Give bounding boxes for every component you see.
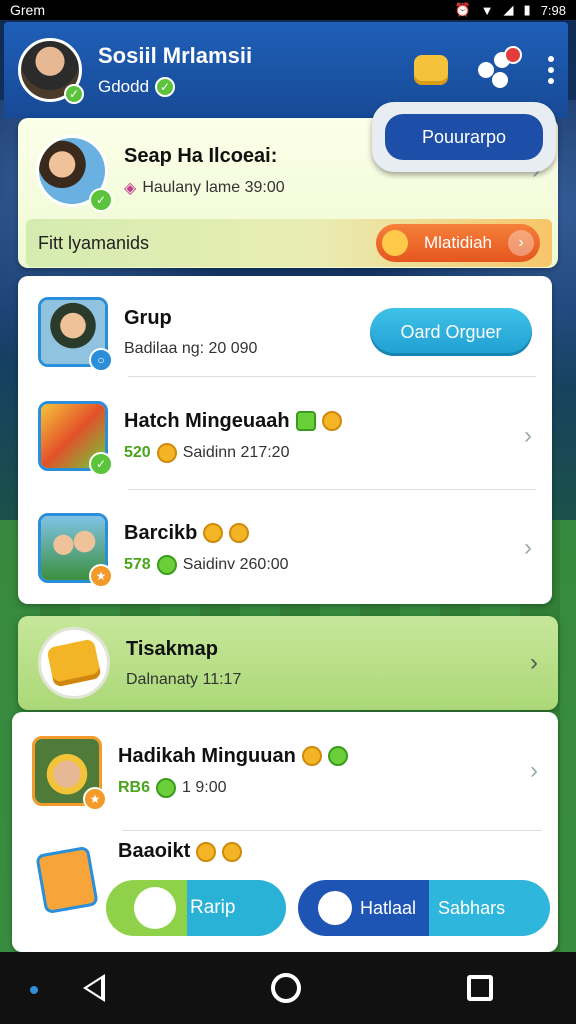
ramp-button[interactable]: Rarip — [106, 880, 286, 936]
add-group-button[interactable]: Oard Orguer — [370, 308, 532, 356]
nav-indicator-dot — [30, 986, 38, 994]
chevron-right-icon: › — [524, 422, 532, 449]
coin-icon — [222, 841, 243, 862]
tag-icon: ◈ — [124, 179, 137, 197]
coin-icon — [321, 411, 342, 431]
coin-icon — [196, 841, 217, 862]
match-button-label: Mlatidiah — [423, 233, 493, 252]
arrow-right-icon: › — [507, 230, 534, 256]
gem-icon — [156, 554, 177, 575]
item-subtitle: 1 9:00 — [182, 778, 227, 796]
star-badge-icon: ★ — [89, 564, 113, 588]
star-badge-icon: ★ — [83, 787, 107, 811]
gem-icon — [156, 777, 177, 798]
section-header-card[interactable]: Tisakmap Dalnanaty 11:17 › — [18, 616, 558, 710]
system-navigation-bar — [0, 952, 576, 1024]
group-photo: ✓ — [36, 135, 113, 212]
sabhars-button-label: Sabhars — [438, 897, 506, 918]
featured-subtitle: Haulany lame 39:00 — [142, 178, 285, 196]
item-amount: 578 — [124, 555, 151, 573]
clock-label: 7:98 — [540, 2, 566, 18]
profile-avatar[interactable]: ✓ — [18, 38, 84, 104]
more-menu-icon[interactable] — [548, 56, 554, 84]
chevron-right-icon: › — [524, 534, 532, 561]
first-games-banner: Fitt lyamanids Mlatidiah › — [26, 219, 552, 267]
list-item[interactable]: ★ Barcikb 578 Saidinv 260:00 › — [18, 498, 552, 598]
item-title: Grup — [124, 306, 172, 329]
popular-button[interactable]: Pouurarpo — [372, 102, 556, 172]
check-badge-icon: ✓ — [89, 452, 113, 476]
profile-status: Gdodd — [98, 77, 150, 96]
back-icon[interactable] — [83, 974, 105, 1002]
home-icon[interactable] — [271, 973, 301, 1003]
recent-apps-icon[interactable] — [467, 975, 493, 1001]
list-item[interactable]: ✓ Hatch Mingeuaah 520 Saidinn 217:20 › — [18, 386, 552, 486]
group-thumbnail: ○ — [38, 297, 113, 372]
gift-icon — [295, 411, 316, 431]
trophy-icon[interactable] — [414, 55, 448, 85]
item-amount: RB6 — [118, 778, 151, 796]
status-bar: Grem ⏰ ▼ ◢ ▮ 7:98 — [0, 0, 576, 20]
online-badge-icon: ○ — [89, 348, 113, 372]
list-item[interactable]: ○ Grup Badilaa ng: 20 090 Oard Orguer — [18, 286, 552, 378]
item-title: Barcikb — [124, 521, 198, 544]
alarm-icon: ⏰ — [454, 2, 471, 17]
share-network-icon[interactable] — [478, 46, 522, 90]
section-subtitle: Dalnanaty 11:17 — [126, 670, 242, 688]
hatal-sabhars-button[interactable]: Hatlaal Sabhars — [298, 880, 550, 936]
crown-icon — [382, 230, 408, 256]
popular-button-label: Pouurarpo — [385, 114, 543, 160]
paw-icon — [318, 891, 352, 925]
friends-thumbnail: ★ — [38, 513, 113, 588]
item-amount: 520 — [124, 443, 151, 461]
coin-icon — [229, 523, 250, 543]
carrier-label: Grem — [10, 2, 45, 18]
ramp-button-label: Rarip — [190, 897, 236, 918]
item-subtitle: Saidinv 260:00 — [182, 555, 289, 573]
chest-icon — [38, 627, 110, 699]
ghost-icon — [134, 887, 176, 929]
coin-icon — [203, 523, 224, 543]
section-title: Tisakmap — [126, 637, 218, 660]
banner-label: Fitt lyamanids — [38, 232, 150, 253]
list-item[interactable]: ★ Hadikah Minguuan RB6 1 9:00 › — [12, 726, 558, 816]
item-subtitle: Badilaa ng: 20 090 — [124, 339, 258, 357]
group-check-icon: ✓ — [89, 188, 113, 212]
profile-name: Sosiil Mrlamsii — [98, 43, 253, 68]
game-thumbnail: ✓ — [38, 401, 113, 476]
bottom-action-bar: Rarip Hatlaal Sabhars — [106, 880, 550, 938]
item-title: Hatch Mingeuaah — [124, 409, 290, 432]
match-button[interactable]: Mlatidiah › — [376, 224, 540, 262]
player-thumbnail: ★ — [32, 736, 107, 811]
gift-box-icon — [32, 840, 102, 920]
check-coin-icon — [327, 746, 348, 766]
coin-icon — [301, 746, 322, 766]
chevron-right-icon: › — [530, 649, 538, 676]
notification-dot-icon — [504, 46, 522, 64]
item-subtitle: Saidinn 217:20 — [182, 443, 290, 461]
coin-icon — [156, 442, 177, 463]
signal-icon: ◢ — [503, 2, 514, 17]
wifi-icon: ▼ — [480, 2, 494, 18]
status-check-icon: ✓ — [155, 77, 176, 97]
group-list-card: ○ Grup Badilaa ng: 20 090 Oard Orguer ✓ … — [18, 276, 552, 604]
item-title: Hadikah Minguuan — [118, 744, 296, 767]
hatal-button-label: Hatlaal — [360, 897, 417, 918]
battery-icon: ▮ — [523, 2, 531, 17]
chevron-right-icon: › — [530, 757, 538, 784]
verified-check-icon: ✓ — [64, 84, 84, 104]
item-title: Baaoikt — [118, 840, 191, 862]
